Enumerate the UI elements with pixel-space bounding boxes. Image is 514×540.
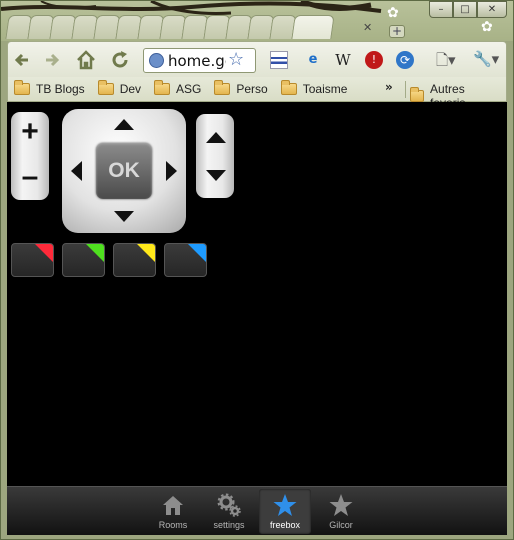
bookmark-label: TB Blogs <box>36 82 85 96</box>
star-icon <box>273 494 297 516</box>
tab-label: Rooms <box>158 520 188 530</box>
minimize-icon[interactable]: – <box>429 1 453 18</box>
flower-decoration-icon: ✿ <box>387 5 399 21</box>
maximize-icon[interactable]: □ <box>453 1 477 18</box>
folder-icon <box>280 80 297 95</box>
tab-label: Gilcor <box>329 520 353 530</box>
wrench-icon[interactable]: 🔧▾ <box>473 50 499 68</box>
volume-control: + – <box>11 112 49 200</box>
browser-toolbar: home.gc ☆ e W ! ⟳ 🗋▾ 🔧▾ <box>7 41 507 77</box>
left-arrow-button[interactable] <box>71 161 82 181</box>
ie-tab-icon[interactable]: e <box>304 51 322 69</box>
volume-up-button[interactable]: + <box>11 117 49 147</box>
green-button[interactable] <box>62 243 105 277</box>
wikipedia-icon[interactable]: W <box>334 51 352 69</box>
tab-strip <box>5 15 335 41</box>
new-tab-icon[interactable]: + <box>389 25 405 38</box>
yellow-indicator <box>137 244 155 262</box>
bookmark-folder-dev[interactable]: Dev <box>97 80 142 96</box>
folder-icon <box>410 87 425 102</box>
red-indicator <box>35 244 53 262</box>
back-arrow-icon[interactable] <box>12 48 36 72</box>
forward-arrow-icon[interactable] <box>40 48 64 72</box>
gears-icon <box>217 493 241 517</box>
tab-settings[interactable]: settings <box>203 489 255 534</box>
page-content: + – OK <box>7 102 507 486</box>
tab-rooms[interactable]: Rooms <box>147 489 199 534</box>
yellow-button[interactable] <box>113 243 156 277</box>
star-icon <box>329 494 353 516</box>
app-tab-bar: Rooms settings freebox Gilcor <box>7 486 507 535</box>
up-arrow-button[interactable] <box>114 119 134 130</box>
channel-down-button[interactable] <box>206 170 226 181</box>
adblock-stop-icon[interactable]: ! <box>365 51 383 69</box>
bookmark-label: Dev <box>119 82 142 96</box>
flower-decoration-icon: ✿ <box>481 19 493 35</box>
sync-icon[interactable]: ⟳ <box>396 51 414 69</box>
tab-close-icon[interactable]: ✕ <box>363 21 372 34</box>
tab-label: freebox <box>269 520 301 530</box>
volume-down-button[interactable]: – <box>11 162 49 192</box>
bookmark-label: Perso <box>236 82 268 96</box>
directional-pad: OK <box>62 109 186 233</box>
browser-tab-active[interactable] <box>291 15 335 39</box>
blue-indicator <box>188 244 206 262</box>
tab-freebox[interactable]: freebox <box>259 489 311 534</box>
bookmark-label: Toaisme <box>302 82 348 96</box>
blue-button[interactable] <box>164 243 207 277</box>
down-arrow-button[interactable] <box>114 211 134 222</box>
page-menu-icon[interactable]: 🗋▾ <box>436 50 456 75</box>
folder-icon <box>214 80 231 95</box>
tab-gilcor[interactable]: Gilcor <box>315 489 367 534</box>
browser-window: ✕ + ✿ ✿ – □ ✕ home.gc ☆ e W ! ⟳ <box>0 0 514 540</box>
folder-icon <box>14 80 30 95</box>
window-controls: – □ ✕ <box>429 1 507 18</box>
bookmarks-overflow-chevron[interactable]: » <box>385 80 393 94</box>
title-bar: ✕ + ✿ ✿ – □ ✕ <box>1 1 513 41</box>
close-icon[interactable]: ✕ <box>477 1 507 18</box>
bookmarks-divider <box>405 81 406 98</box>
home-icon[interactable] <box>74 48 98 72</box>
bookmark-folder-perso[interactable]: Perso <box>214 80 268 96</box>
green-indicator <box>86 244 104 262</box>
folder-icon <box>97 80 114 95</box>
folder-icon <box>154 80 171 95</box>
reload-icon[interactable] <box>108 48 132 72</box>
tab-label: settings <box>213 520 245 530</box>
right-arrow-button[interactable] <box>166 161 177 181</box>
channel-up-button[interactable] <box>206 132 226 143</box>
bookmark-folder-tb-blogs[interactable]: TB Blogs <box>14 80 85 96</box>
flag-icon[interactable] <box>270 51 288 69</box>
bookmarks-bar: TB Blogs Dev ASG Perso Toaisme » Autres … <box>7 77 507 110</box>
red-button[interactable] <box>11 243 54 277</box>
channel-control <box>196 114 234 198</box>
ok-button[interactable]: OK <box>96 143 152 199</box>
address-bar[interactable]: home.gc ☆ <box>143 48 256 73</box>
bookmark-folder-asg[interactable]: ASG <box>154 80 202 96</box>
bookmark-folder-toaisme[interactable]: Toaisme <box>280 80 348 96</box>
globe-icon <box>149 53 164 68</box>
address-input[interactable]: home.gc <box>168 52 226 70</box>
bookmark-label: ASG <box>176 82 202 96</box>
bookmark-star-icon[interactable]: ☆ <box>228 49 244 70</box>
house-icon <box>163 496 183 515</box>
